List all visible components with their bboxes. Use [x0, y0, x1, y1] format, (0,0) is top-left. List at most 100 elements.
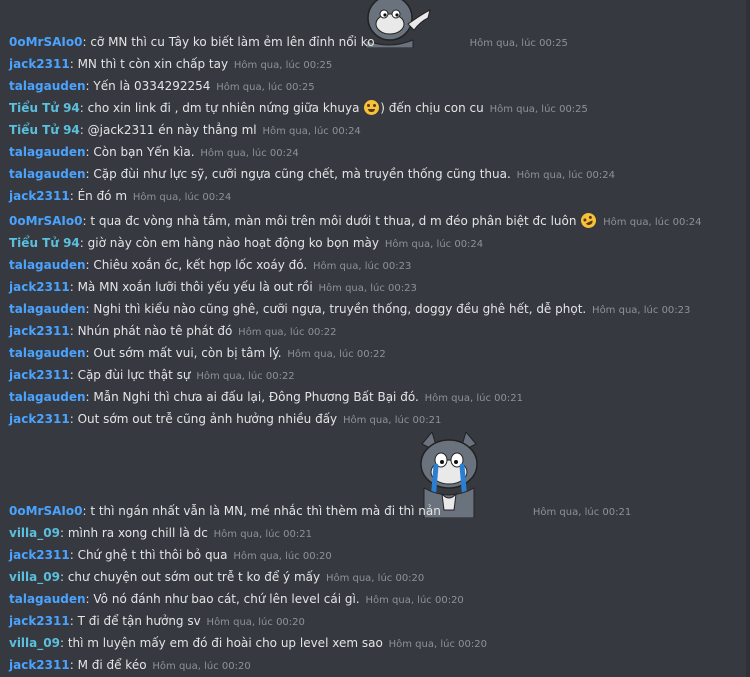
message-text: t thì ngán nhất vẫn là MN, mé nhắc thì t…: [90, 504, 441, 518]
chat-message: jack2311: Nhún phát nào tê phát đó Hôm q…: [9, 324, 337, 338]
chat-message: jack2311: Chứ ghệ t thì thôi bỏ qua Hôm …: [9, 548, 332, 562]
chat-message: jack2311: MN thì t còn xin chấp tay Hôm …: [9, 57, 333, 71]
chat-log: 0oMrSAIo0: cỡ MN thì cu Tây ko biết làm …: [0, 0, 750, 677]
message-text: cỡ MN thì cu Tây ko biết làm ẻm lên đỉnh…: [90, 35, 375, 49]
chat-message: talagauden: Còn bạn Yến kìa. Hôm qua, lú…: [9, 145, 299, 159]
message-text: Cặp đùi như lực sỹ, cưỡi ngựa cũng chết,…: [93, 167, 511, 181]
message-text: mình ra xong chill là dc: [67, 526, 208, 540]
message-text: Out sớm mất vui, còn bị tâm lý.: [93, 346, 282, 360]
scrollbar-track[interactable]: [746, 0, 750, 677]
username[interactable]: 0oMrSAIo0: [9, 214, 82, 228]
timestamp: Hôm qua, lúc 00:24: [603, 217, 702, 228]
message-text: Én đó m: [77, 189, 128, 203]
chat-message: jack2311: Mà MN xoắn lưỡi thôi yếu yếu l…: [9, 280, 417, 294]
timestamp: Hôm qua, lúc 00:23: [313, 261, 412, 272]
chat-message: jack2311: M đi để kéo Hôm qua, lúc 00:20: [9, 658, 251, 672]
laughing-emoji-icon: [364, 100, 380, 115]
message-text: Yến là 0334292254: [93, 79, 211, 93]
message-text: MN thì t còn xin chấp tay: [77, 57, 229, 71]
timestamp: Hôm qua, lúc 00:24: [132, 192, 232, 203]
chat-message: Tiểu Tử 94: cho xin link đi , dm tự nhiê…: [9, 100, 588, 115]
timestamp: Hôm qua, lúc 00:25: [216, 82, 315, 93]
timestamp: Hôm qua, lúc 00:24: [262, 126, 361, 137]
username[interactable]: talagauden: [9, 592, 86, 606]
message-text: Vô nó đánh như bao cát, chứ lên level cá…: [93, 592, 360, 606]
chat-message: talagauden: Chiêu xoắn ốc, kết hợp lốc x…: [9, 258, 412, 272]
message-text: Chứ ghệ t thì thôi bỏ qua: [77, 548, 228, 562]
username[interactable]: jack2311: [9, 57, 70, 71]
username[interactable]: Tiểu Tử 94: [9, 101, 80, 115]
username[interactable]: talagauden: [9, 258, 86, 272]
timestamp: Hôm qua, lúc 00:24: [200, 148, 299, 159]
chat-message: jack2311: Én đó m Hôm qua, lúc 00:24: [9, 189, 232, 203]
timestamp: Hôm qua, lúc 00:20: [388, 639, 487, 650]
message-text: T đi để tận hưởng sv: [77, 614, 201, 628]
message-text: Chiêu xoắn ốc, kết hợp lốc xoáy đó.: [93, 258, 308, 272]
username[interactable]: talagauden: [9, 346, 86, 360]
username[interactable]: jack2311: [9, 280, 70, 294]
chat-message: Tiểu Tử 94: giờ này còn em hàng nào hoạt…: [9, 236, 484, 250]
message-text: Nghi thì kiểu nào cũng ghê, cưỡi ngựa, t…: [93, 302, 587, 316]
timestamp: Hôm qua, lúc 00:20: [325, 573, 425, 584]
username[interactable]: villa_09: [9, 526, 60, 540]
message-text: Mà MN xoắn lưỡi thôi yếu yếu là out rồi: [77, 280, 313, 294]
timestamp: Hôm qua, lúc 00:25: [489, 104, 588, 115]
timestamp: Hôm qua, lúc 00:20: [152, 661, 251, 672]
message-text-after-emoji: ): [380, 101, 389, 115]
chat-message: talagauden: Yến là 0334292254 Hôm qua, l…: [9, 79, 315, 93]
chat-message: talagauden: Mẫn Nghi thì chưa ai đấu lại…: [9, 390, 523, 404]
message-text: @jack2311 én này thẳng ml: [87, 123, 257, 137]
username[interactable]: talagauden: [9, 302, 86, 316]
message-text: Còn bạn Yến kìa.: [93, 145, 195, 159]
timestamp: Hôm qua, lúc 00:25: [233, 60, 333, 71]
username[interactable]: jack2311: [9, 368, 70, 382]
message-text: thì m luyện mấy em đó đi hoài cho up lev…: [67, 636, 383, 650]
timestamp: Hôm qua, lúc 00:24: [516, 170, 615, 181]
username[interactable]: Tiểu Tử 94: [9, 123, 80, 137]
message-text: Nhún phát nào tê phát đó: [77, 324, 233, 338]
timestamp: Hôm qua, lúc 00:20: [206, 617, 305, 628]
timestamp: Hôm qua, lúc 00:21: [424, 393, 523, 404]
username[interactable]: 0oMrSAIo0: [9, 35, 82, 49]
message-text: t qua đc vòng nhà tắm, màn môi trên môi …: [90, 214, 577, 228]
message-text: đến chịu con cu: [388, 101, 484, 115]
timestamp: Hôm qua, lúc 00:21: [343, 415, 442, 426]
username[interactable]: jack2311: [9, 658, 70, 672]
chat-message: jack2311: Cặp đùi lực thật sự Hôm qua, l…: [9, 368, 295, 382]
chat-message: talagauden: Vô nó đánh như bao cát, chứ …: [9, 592, 464, 606]
timestamp: Hôm qua, lúc 00:20: [365, 595, 464, 606]
chat-message: 0oMrSAIo0: t qua đc vòng nhà tắm, màn mô…: [9, 210, 750, 231]
username[interactable]: villa_09: [9, 636, 60, 650]
timestamp: Hôm qua, lúc 00:21: [213, 529, 312, 540]
username[interactable]: talagauden: [9, 167, 86, 181]
username[interactable]: talagauden: [9, 79, 86, 93]
username[interactable]: Tiểu Tử 94: [9, 236, 80, 250]
message-text: cho xin link đi , dm tự nhiên nứng giữa …: [87, 101, 360, 115]
message-text: Mẫn Nghi thì chưa ai đấu lại, Đông Phươn…: [93, 390, 419, 404]
chat-message: villa_09: thì m luyện mấy em đó đi hoài …: [9, 636, 487, 650]
chat-message: villa_09: chư chuyện out sớm out trễ t k…: [9, 570, 425, 584]
timestamp: Hôm qua, lúc 00:23: [592, 305, 691, 316]
username[interactable]: jack2311: [9, 412, 70, 426]
chat-message: 0oMrSAIo0: cỡ MN thì cu Tây ko biết làm …: [9, 35, 568, 49]
username[interactable]: jack2311: [9, 548, 70, 562]
username[interactable]: jack2311: [9, 614, 70, 628]
username[interactable]: talagauden: [9, 390, 86, 404]
chat-message: villa_09: mình ra xong chill là dc Hôm q…: [9, 526, 312, 540]
chat-message: jack2311: Out sớm out trễ cũng ảnh hưởng…: [9, 412, 442, 426]
username[interactable]: 0oMrSAIo0: [9, 504, 82, 518]
timestamp: Hôm qua, lúc 00:21: [532, 507, 632, 518]
timestamp: Hôm qua, lúc 00:22: [238, 327, 337, 338]
timestamp: Hôm qua, lúc 00:24: [384, 239, 484, 250]
username[interactable]: jack2311: [9, 324, 70, 338]
chat-message: Tiểu Tử 94: @jack2311 én này thẳng ml Hô…: [9, 123, 361, 137]
username[interactable]: jack2311: [9, 189, 70, 203]
message-text: Out sớm out trễ cũng ảnh hưởng nhiều đấy: [77, 412, 338, 426]
message-text: Cặp đùi lực thật sự: [77, 368, 191, 382]
username[interactable]: villa_09: [9, 570, 60, 584]
timestamp: Hôm qua, lúc 00:22: [196, 371, 295, 382]
chat-message: talagauden: Out sớm mất vui, còn bị tâm …: [9, 346, 386, 360]
message-text: giờ này còn em hàng nào hoạt động ko bọn…: [87, 236, 379, 250]
username[interactable]: talagauden: [9, 145, 86, 159]
timestamp: Hôm qua, lúc 00:25: [469, 38, 568, 49]
